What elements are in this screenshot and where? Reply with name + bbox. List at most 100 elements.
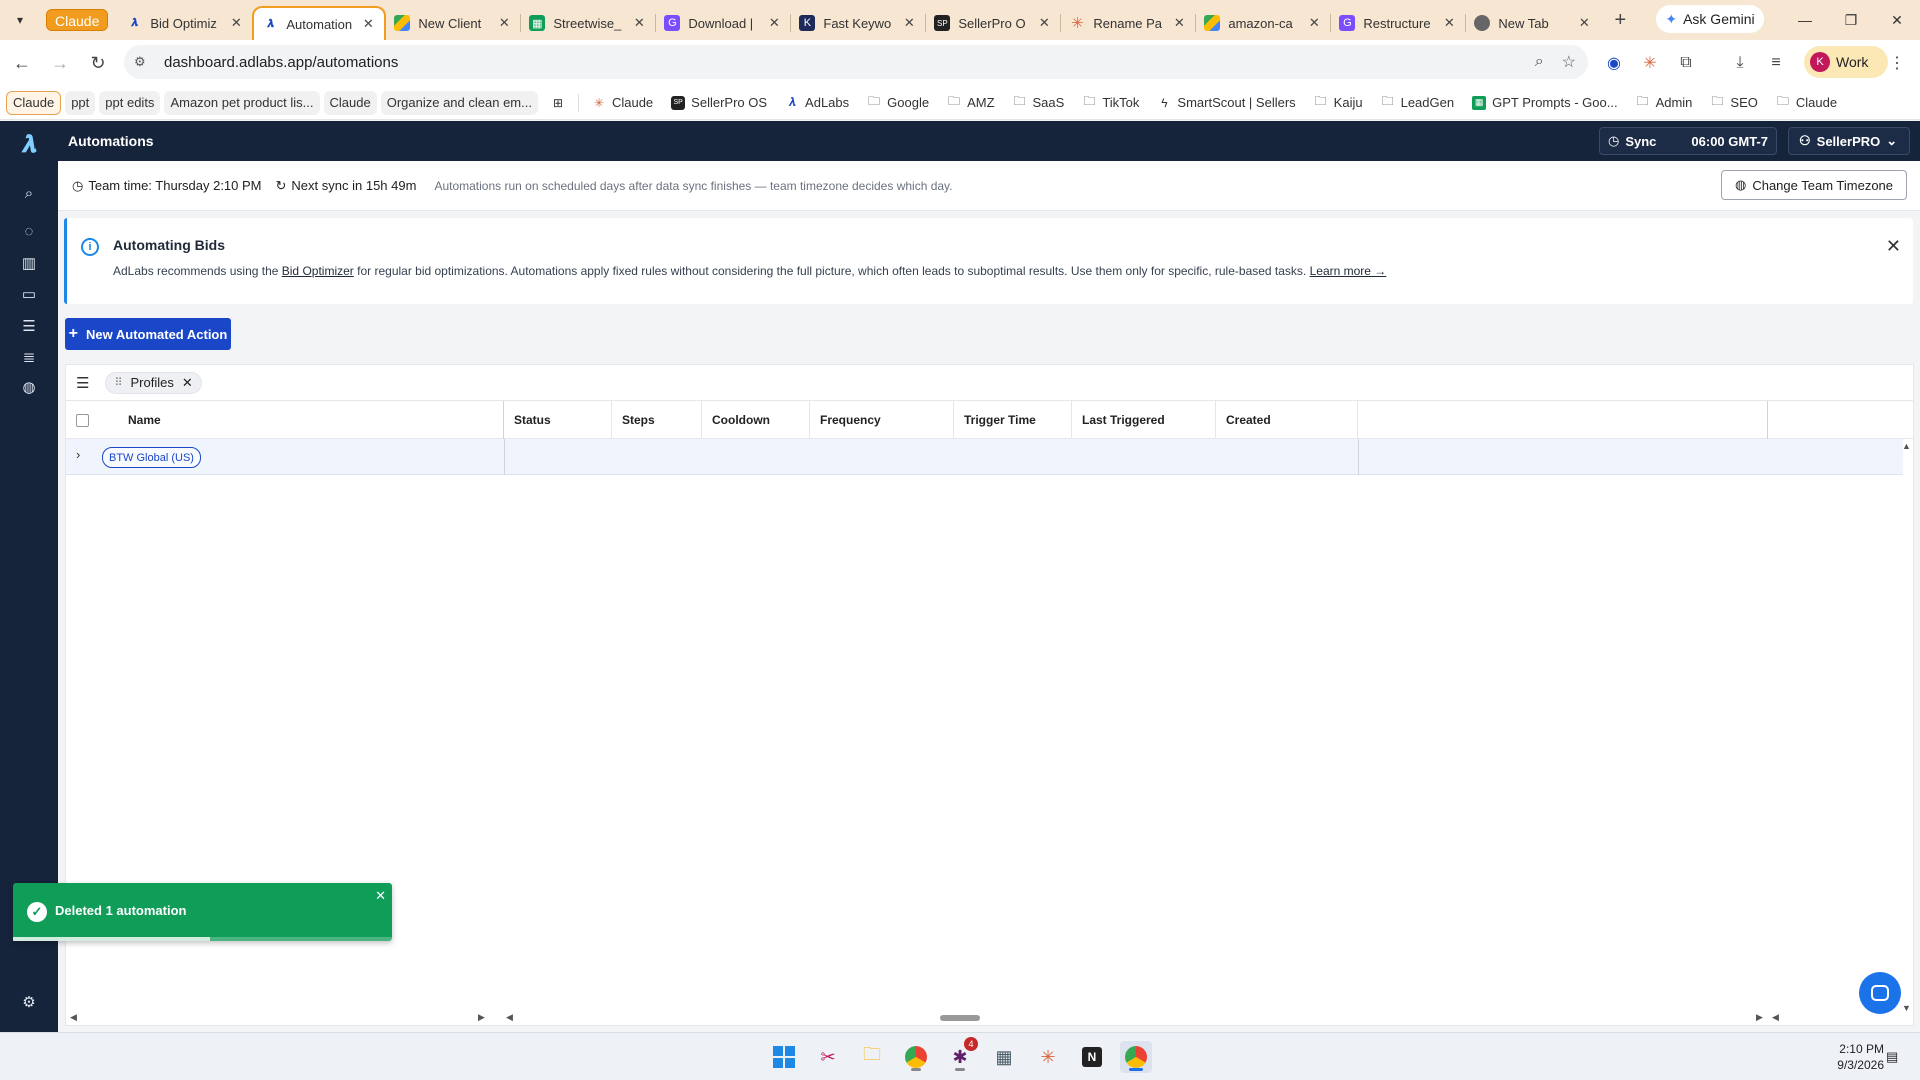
bookmark-google[interactable]: 🗀 Google — [858, 91, 938, 115]
support-chat-button[interactable] — [1859, 972, 1901, 1014]
tab-search-dropdown-icon[interactable]: ▾ — [6, 6, 34, 34]
close-tab-icon[interactable]: ✕ — [1576, 15, 1592, 31]
back-icon[interactable]: ← — [6, 47, 38, 79]
tab-streetwise[interactable]: ▦ Streetwise_ ✕ — [521, 6, 655, 40]
column-header-trigger-time[interactable]: Trigger Time — [954, 401, 1072, 439]
minimize-icon[interactable]: — — [1782, 0, 1828, 40]
downloads-icon[interactable]: ⤓ — [1727, 48, 1753, 78]
bookmark-amazon-pet[interactable]: Amazon pet product lis... — [164, 90, 320, 115]
tab-download[interactable]: G Download | ✕ — [656, 6, 790, 40]
snipping-tool-icon[interactable]: ✂ — [812, 1041, 844, 1073]
tab-new-tab[interactable]: New Tab ✕ — [1466, 6, 1600, 40]
column-header-name[interactable]: Name — [118, 401, 504, 439]
bookmark-tiktok[interactable]: 🗀 TikTok — [1073, 91, 1148, 115]
analytics-icon[interactable]: ▥ — [17, 251, 41, 275]
group-by-pill[interactable]: ⠿ Profiles ✕ — [105, 371, 202, 394]
tab-automations[interactable]: 𝝀 Automation ✕ — [252, 6, 387, 40]
bookmark-gpt-prompts[interactable]: ▦ GPT Prompts - Goo... — [1463, 91, 1626, 115]
close-alert-icon[interactable]: ✕ — [1886, 236, 1901, 257]
close-tab-icon[interactable]: ✕ — [766, 15, 782, 31]
close-window-icon[interactable]: ✕ — [1874, 0, 1920, 40]
tab-new-client[interactable]: New Client ✕ — [386, 6, 520, 40]
learn-more-link[interactable]: Learn more → — [1310, 264, 1387, 278]
media-control-icon[interactable]: ≡ — [1763, 48, 1789, 78]
restore-icon[interactable]: ❐ — [1828, 0, 1874, 40]
bookmark-adlabs[interactable]: 𝝀 AdLabs — [776, 91, 858, 115]
file-explorer-icon[interactable]: 🗀 — [856, 1041, 888, 1073]
bookmark-claude[interactable]: ✳ Claude — [583, 91, 662, 115]
bookmark-star-icon[interactable]: ☆ — [1562, 52, 1576, 72]
chrome-icon[interactable] — [900, 1041, 932, 1073]
bookmark-organize[interactable]: Organize and clean em... — [380, 90, 538, 115]
password-manager-icon[interactable]: ◉ — [1601, 48, 1627, 78]
lightbulb-icon[interactable]: ◌ — [17, 219, 41, 243]
close-tab-icon[interactable]: ✕ — [631, 15, 647, 31]
bookmark-admin[interactable]: 🗀 Admin — [1627, 91, 1702, 115]
close-tab-icon[interactable]: ✕ — [228, 15, 244, 31]
scroll-left-icon[interactable]: ◀ — [1772, 1012, 1779, 1023]
bookmark-group-claude[interactable]: Claude — [6, 90, 62, 115]
column-header-last-triggered[interactable]: Last Triggered — [1072, 401, 1216, 439]
column-header-steps[interactable]: Steps — [612, 401, 702, 439]
scroll-left-icon[interactable]: ◀ — [70, 1012, 77, 1023]
close-tab-icon[interactable]: ✕ — [1036, 15, 1052, 31]
sync-schedule-button[interactable]: ◷ Sync 06:00 GMT-7 — [1599, 127, 1777, 155]
column-header-frequency[interactable]: Frequency — [810, 401, 954, 439]
bookmark-saas[interactable]: 🗀 SaaS — [1004, 91, 1074, 115]
change-timezone-button[interactable]: ◍ Change Team Timezone — [1721, 170, 1907, 200]
url-text[interactable]: dashboard.adlabs.app/automations — [164, 54, 398, 71]
column-header-created[interactable]: Created — [1216, 401, 1358, 439]
forward-icon[interactable]: → — [44, 47, 76, 79]
select-all-checkbox[interactable] — [76, 414, 89, 427]
tab-group-chip[interactable]: Claude — [46, 9, 109, 31]
system-clock[interactable]: 2:10 PM 9/3/2026 — [1822, 1041, 1884, 1073]
account-switcher[interactable]: ⚇ SellerPRO ⌄ — [1788, 127, 1910, 155]
horizontal-scrollbar[interactable]: ◀ ▶ ◀ ▶ ◀ — [66, 1011, 1913, 1025]
close-tab-icon[interactable]: ✕ — [496, 15, 512, 31]
checklist-icon[interactable]: ☰ — [17, 314, 41, 338]
bookmark-claude-folder[interactable]: 🗀 Claude — [1767, 91, 1846, 115]
drag-handle-icon[interactable]: ⠿ — [114, 376, 122, 389]
settings-icon[interactable]: ⚙ — [17, 990, 41, 1014]
new-tab-button[interactable]: + — [1606, 6, 1634, 34]
close-tab-icon[interactable]: ✕ — [1306, 15, 1322, 31]
claude-extension-icon[interactable]: ✳ — [1637, 48, 1663, 78]
bookmark-kaiju[interactable]: 🗀 Kaiju — [1305, 91, 1372, 115]
close-tab-icon[interactable]: ✕ — [901, 15, 917, 31]
extensions-icon[interactable]: ⧉ — [1673, 48, 1699, 78]
tab-sellerpro[interactable]: SP SellerPro O ✕ — [926, 6, 1060, 40]
bookmark-smartscout[interactable]: ϟ SmartScout | Sellers — [1148, 91, 1304, 115]
scroll-right-icon[interactable]: ▶ — [478, 1012, 485, 1023]
chevron-right-icon[interactable]: › — [76, 447, 80, 462]
bookmark-sellerpro[interactable]: SP SellerPro OS — [662, 91, 776, 115]
tab-restructure[interactable]: G Restructure ✕ — [1331, 6, 1465, 40]
profile-button[interactable]: K Work — [1804, 46, 1888, 78]
zoom-icon[interactable]: ⌕ — [1535, 53, 1544, 71]
search-icon[interactable]: ⌕ — [17, 181, 41, 205]
bid-optimizer-link[interactable]: Bid Optimizer — [282, 264, 354, 278]
close-tab-icon[interactable]: ✕ — [1441, 15, 1457, 31]
site-info-icon[interactable]: ⚙ — [134, 54, 154, 70]
scroll-up-icon[interactable]: ▲ — [1902, 441, 1911, 451]
reload-icon[interactable]: ↻ — [82, 47, 114, 79]
profile-chip[interactable]: BTW Global (US) — [102, 447, 201, 468]
globe-icon[interactable]: ◍ — [17, 375, 41, 399]
new-automated-action-button[interactable]: + New Automated Action — [65, 318, 231, 350]
bookmark-ppt-edits[interactable]: ppt edits — [99, 90, 161, 115]
column-header-status[interactable]: Status — [504, 401, 612, 439]
horizontal-scroll-thumb[interactable] — [940, 1015, 980, 1021]
search-list-icon[interactable]: ≣ — [17, 345, 41, 369]
notification-icon[interactable]: ▤ — [1886, 1049, 1898, 1065]
vertical-scrollbar[interactable]: ▲ ▼ — [1901, 439, 1913, 1015]
monitor-icon[interactable]: ▭ — [17, 282, 41, 306]
chrome-work-icon[interactable] — [1120, 1041, 1152, 1073]
tab-amazon-ca[interactable]: amazon-ca ✕ — [1196, 6, 1330, 40]
bookmark-leadgen[interactable]: 🗀 LeadGen — [1372, 91, 1464, 115]
scroll-right-icon[interactable]: ▶ — [1756, 1012, 1763, 1023]
group-row[interactable]: › BTW Global (US) — [66, 439, 1903, 475]
apps-grid-icon[interactable]: ⊞ — [542, 91, 574, 115]
tab-rename[interactable]: ✳ Rename Pa ✕ — [1061, 6, 1195, 40]
tab-bid-optimizer[interactable]: 𝝀 Bid Optimiz ✕ — [118, 6, 252, 40]
column-menu-icon[interactable]: ☰ — [76, 374, 89, 392]
ask-gemini-button[interactable]: ✦ Ask Gemini — [1656, 5, 1764, 33]
